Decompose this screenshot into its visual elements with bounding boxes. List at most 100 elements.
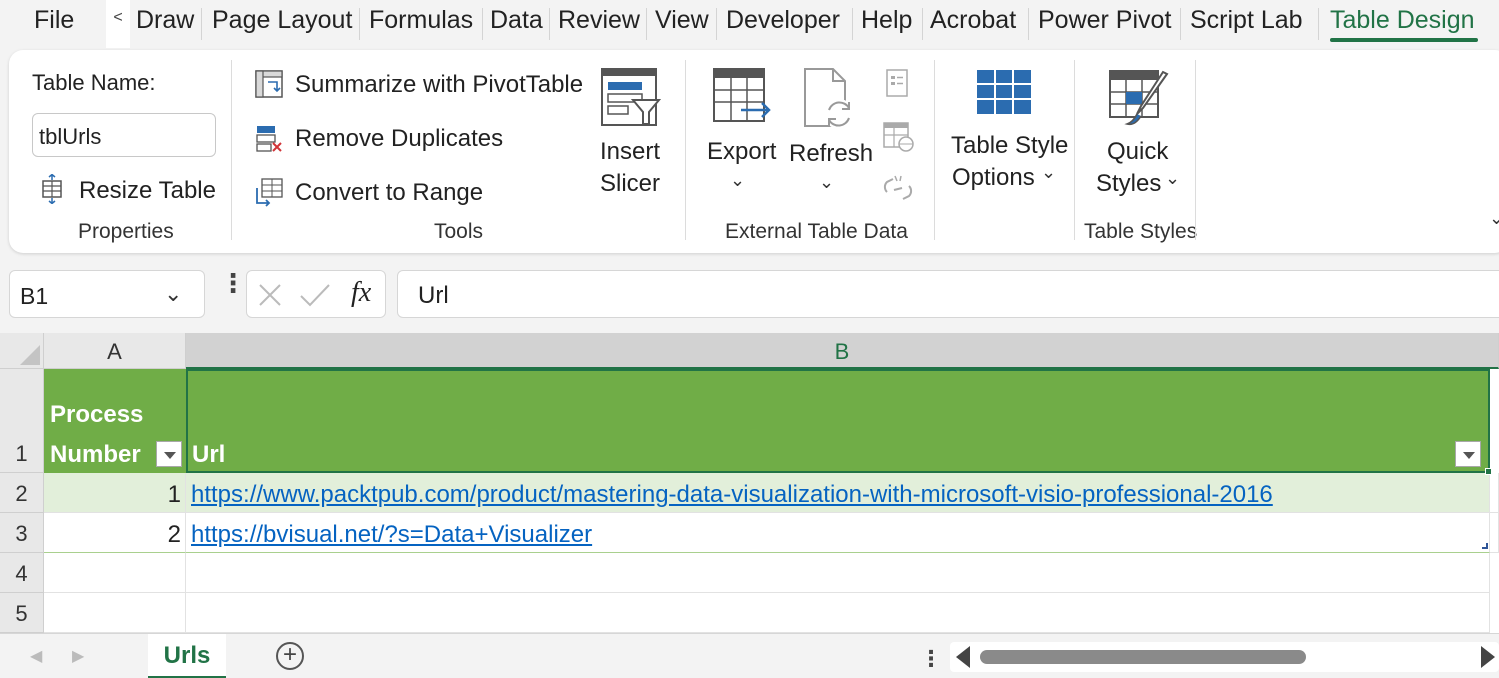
export-icon [713, 68, 771, 122]
row-header-2[interactable]: 2 [0, 473, 44, 513]
formula-value: Url [418, 282, 449, 309]
table-style-options-label-2: Options [952, 164, 1035, 191]
tab-separator [1318, 8, 1319, 40]
table-resize-handle[interactable] [1482, 543, 1488, 549]
export-button[interactable]: Export ⌄ [703, 64, 783, 204]
convert-to-range-button[interactable]: Convert to Range [253, 172, 513, 212]
tools-group-label: Tools [434, 220, 484, 243]
scroll-left-arrow-icon[interactable] [956, 646, 970, 668]
active-tab-indicator [1330, 38, 1478, 42]
tab-split-grip-icon[interactable]: ⋮ [920, 646, 942, 672]
summarize-pivottable-button[interactable]: Summarize with PivotTable [253, 64, 583, 104]
cell-b2[interactable]: https://www.packtpub.com/product/masteri… [186, 473, 1490, 513]
row-header-4[interactable]: 4 [0, 553, 44, 593]
tab-separator [646, 8, 647, 40]
url-link[interactable]: https://www.packtpub.com/product/masteri… [191, 481, 1273, 508]
prev-sheet-arrow-icon[interactable]: ◀ [30, 646, 42, 666]
next-sheet-arrow-icon[interactable]: ▶ [72, 646, 84, 666]
tab-help[interactable]: Help [861, 6, 912, 35]
formula-input[interactable]: Url [397, 270, 1499, 318]
name-box-dropdown-icon[interactable]: ⌄ [164, 281, 182, 307]
tab-developer[interactable]: Developer [726, 6, 840, 35]
tab-separator [922, 8, 923, 40]
group-separator [1195, 60, 1196, 240]
add-sheet-button[interactable]: + [276, 642, 304, 670]
insert-function-icon[interactable]: fx [351, 277, 371, 309]
table-name-input[interactable]: tblUrls [32, 113, 216, 157]
refresh-dropdown-chevron-icon: ⌄ [819, 172, 835, 192]
tab-power-pivot[interactable]: Power Pivot [1038, 6, 1171, 35]
table-header-process-number[interactable]: Process Number [44, 369, 186, 473]
column-header-a[interactable]: A [44, 333, 186, 369]
confirm-entry-icon[interactable] [299, 282, 331, 308]
formula-bar-grip-icon[interactable]: ⋮ [220, 270, 246, 296]
tab-formulas[interactable]: Formulas [369, 6, 473, 35]
quick-styles-button[interactable]: Quick Styles ⌄ [1089, 64, 1189, 204]
cell-c2[interactable] [1490, 473, 1499, 513]
quick-styles-chevron-icon: ⌄ [1165, 168, 1181, 188]
tab-separator [549, 8, 550, 40]
tab-scroll-left-button[interactable]: < [106, 0, 130, 48]
quick-styles-icon [1109, 70, 1169, 126]
tab-file[interactable]: File [34, 6, 74, 35]
slicer-icon [601, 68, 661, 126]
column-header-b[interactable]: B [186, 333, 1499, 369]
tab-separator [1180, 8, 1181, 40]
cell-b5[interactable] [186, 593, 1490, 633]
ribbon-expand-chevron-icon[interactable]: ⌄ [1489, 208, 1499, 229]
filter-dropdown-button[interactable] [156, 441, 182, 467]
cell-b3[interactable]: https://bvisual.net/?s=Data+Visualizer [186, 513, 1490, 553]
cell-b4[interactable] [186, 553, 1490, 593]
group-separator [934, 60, 935, 240]
row-header-1[interactable]: 1 [0, 369, 44, 473]
table-name-label: Table Name: [32, 70, 156, 95]
cell-a5[interactable] [44, 593, 186, 633]
select-all-button[interactable] [0, 333, 44, 369]
remove-duplicates-icon [256, 126, 282, 152]
row-header-5[interactable]: 5 [0, 593, 44, 633]
insert-slicer-button[interactable]: Insert Slicer [589, 64, 669, 204]
horizontal-scrollbar[interactable] [950, 642, 1499, 672]
cell-a3[interactable]: 2 [44, 513, 186, 553]
tab-script-lab[interactable]: Script Lab [1190, 6, 1303, 35]
sheet-tab-bar: ◀ ▶ Urls + ⋮ [0, 633, 1499, 678]
open-in-browser-icon[interactable] [881, 120, 915, 154]
scroll-right-arrow-icon[interactable] [1481, 646, 1495, 668]
row-header-3[interactable]: 3 [0, 513, 44, 553]
tab-review[interactable]: Review [558, 6, 640, 35]
tab-table-design[interactable]: Table Design [1330, 6, 1475, 35]
tab-separator [1028, 8, 1029, 40]
resize-table-button[interactable]: Resize Table [37, 168, 217, 212]
name-box[interactable]: B1 ⌄ [9, 270, 205, 318]
tab-view[interactable]: View [655, 6, 709, 35]
header-label-line-2: Number [50, 441, 141, 468]
tab-draw[interactable]: Draw [136, 6, 194, 35]
filter-dropdown-button[interactable] [1455, 441, 1481, 467]
table-header-url[interactable]: Url [186, 369, 1490, 473]
refresh-icon [804, 68, 854, 129]
refresh-button[interactable]: Refresh ⌄ [785, 64, 873, 204]
cell-a2[interactable]: 1 [44, 473, 186, 513]
unlink-icon[interactable] [881, 174, 915, 204]
name-box-value: B1 [20, 283, 49, 309]
fill-handle[interactable] [1485, 468, 1492, 475]
remove-duplicates-button[interactable]: Remove Duplicates [253, 118, 523, 158]
tab-acrobat[interactable]: Acrobat [930, 6, 1016, 35]
ribbon-tab-bar: File < Draw Page Layout Formulas Data Re… [0, 0, 1499, 48]
ribbon-panel: Table Name: tblUrls Resize Table Propert… [9, 50, 1499, 253]
tab-separator [716, 8, 717, 40]
convert-to-range-icon [256, 178, 283, 207]
cell-c3[interactable] [1490, 513, 1499, 553]
cell-a4[interactable] [44, 553, 186, 593]
url-link[interactable]: https://bvisual.net/?s=Data+Visualizer [191, 521, 592, 548]
table-style-options-label-1: Table Style [951, 132, 1069, 159]
group-separator [685, 60, 686, 240]
tab-data[interactable]: Data [490, 6, 543, 35]
remove-duplicates-label: Remove Duplicates [295, 125, 504, 152]
table-style-options-button[interactable]: Table Style Options ⌄ [945, 64, 1075, 204]
cancel-entry-icon[interactable] [257, 282, 283, 308]
sheet-tab-urls[interactable]: Urls [148, 634, 226, 678]
table-properties-icon[interactable] [883, 68, 913, 98]
horizontal-scroll-thumb[interactable] [980, 650, 1306, 664]
tab-page-layout[interactable]: Page Layout [212, 6, 352, 35]
